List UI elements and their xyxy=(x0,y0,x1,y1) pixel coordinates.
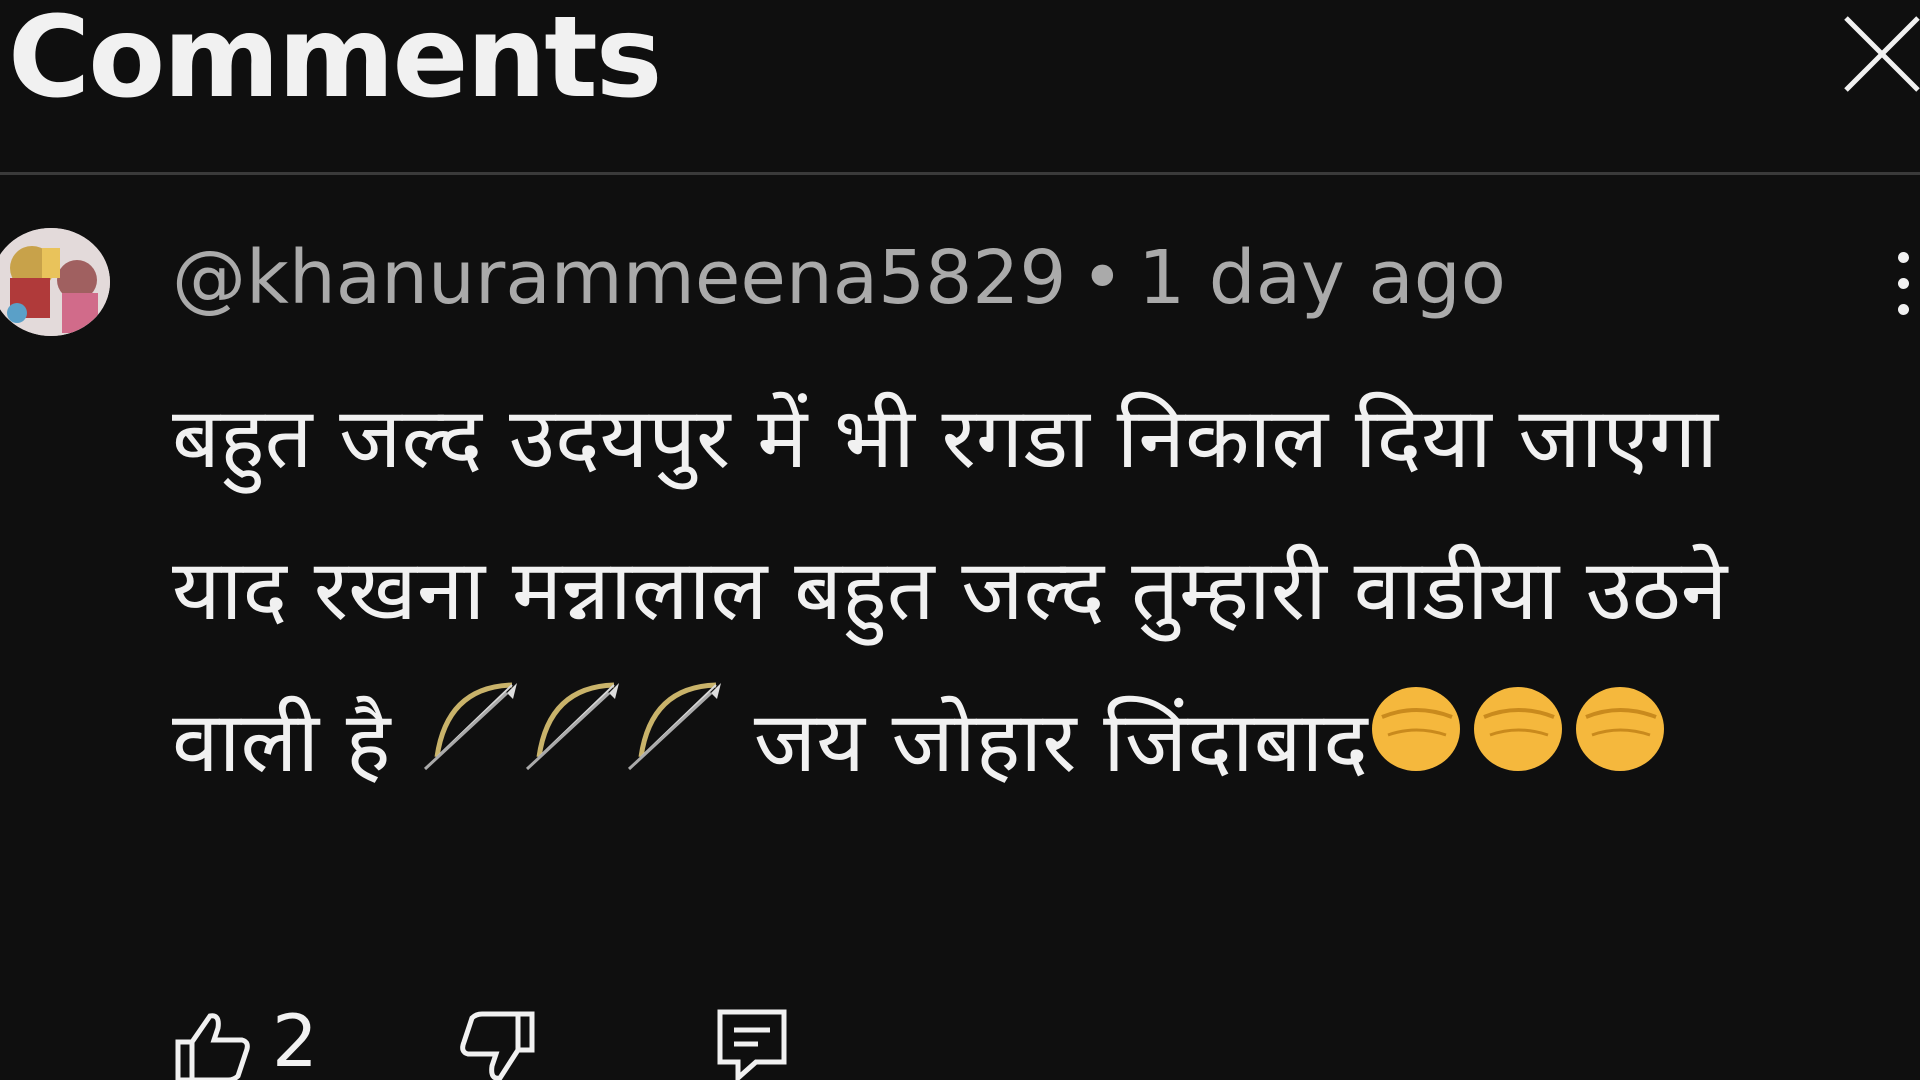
bow-and-arrow-emoji-group xyxy=(417,672,727,824)
more-options-button[interactable] xyxy=(1880,250,1920,320)
thumbs-down-icon xyxy=(460,1011,535,1080)
raised-fist-emoji-group xyxy=(1368,672,1668,824)
page-title: Comments xyxy=(8,0,662,123)
comment-timestamp[interactable]: 1 day ago xyxy=(1138,235,1506,321)
like-button[interactable] xyxy=(172,1010,252,1080)
avatar-image xyxy=(0,228,110,336)
meta-separator: • xyxy=(1080,235,1125,321)
like-count: 2 xyxy=(272,999,318,1080)
dislike-button[interactable] xyxy=(458,1010,538,1080)
comment-actions: 2 xyxy=(172,1000,872,1080)
comment-meta: @khanurammeena5829 • 1 day ago xyxy=(172,235,1506,321)
comments-header: Comments xyxy=(0,0,1920,175)
reply-icon xyxy=(717,1009,787,1080)
bow-and-arrow-icon xyxy=(424,682,722,771)
comment-body: बहुत जल्द उदयपुर में भी रगडा निकाल दिया … xyxy=(172,362,1852,824)
raised-fist-icon xyxy=(1371,687,1664,772)
reply-button[interactable] xyxy=(716,1008,788,1080)
close-icon xyxy=(1844,16,1920,92)
comments-panel: Comments @khanurammeena5829•1 day ago xyxy=(0,0,1920,1080)
thumbs-up-icon xyxy=(175,1013,250,1080)
author-handle[interactable]: @khanurammeena5829 xyxy=(172,235,1066,321)
close-button[interactable] xyxy=(1840,10,1920,100)
avatar[interactable] xyxy=(0,228,110,336)
comment-text-part2: जय जोहार जिंदाबाद xyxy=(727,693,1368,791)
